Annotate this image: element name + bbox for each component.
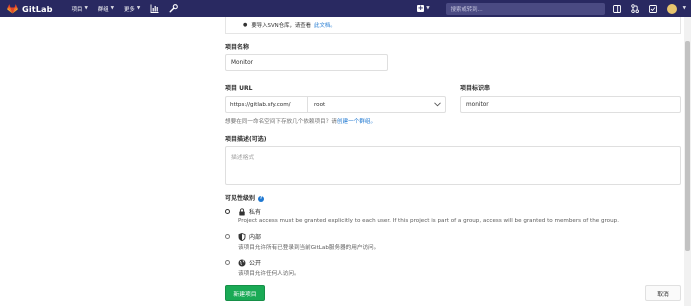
- radio-private[interactable]: [225, 209, 230, 214]
- wrench-icon[interactable]: [169, 4, 179, 13]
- visibility-option-public[interactable]: 公开 该项目允许任何人访问。: [225, 258, 300, 277]
- gitlab-logo-icon: [7, 3, 18, 13]
- visibility-label-text: 可见性级别: [225, 195, 256, 202]
- top-navbar: GitLab 项目 ▼ 群组 ▼ 更多 ▼ + ▼ 搜索或转到... ▼: [0, 0, 691, 17]
- create-project-button[interactable]: 新建项目: [225, 285, 265, 301]
- todo-check-icon[interactable]: [649, 4, 658, 13]
- search-input[interactable]: 搜索或转到...: [445, 2, 605, 15]
- left-sidebar: [0, 17, 210, 306]
- scrollbar-thumb[interactable]: [685, 41, 690, 251]
- group-help-prefix: 想要在同一命名空间下存放几个依赖项目？请: [225, 119, 337, 125]
- cancel-button[interactable]: 取消: [645, 285, 681, 301]
- create-group-link[interactable]: 创建一个群组。: [337, 119, 376, 125]
- internal-title: 内部: [249, 234, 262, 241]
- merge-request-icon[interactable]: [631, 4, 640, 13]
- new-item-button[interactable]: + ▼: [417, 4, 430, 12]
- chevron-down-icon: ▼: [84, 6, 88, 11]
- url-prefix-text: https://gitlab.sfy.com/: [230, 101, 291, 108]
- internal-description: 该项目允许所有已登录到当前GitLab服务器的用户访问。: [238, 245, 380, 251]
- plus-icon: +: [417, 4, 425, 12]
- project-slug-value: monitor: [466, 101, 489, 108]
- visibility-label: 可见性级别?: [225, 193, 265, 202]
- public-title: 公开: [249, 260, 262, 267]
- nav-projects-menu[interactable]: 项目 ▼: [72, 5, 88, 13]
- project-name-label: 项目名称: [225, 44, 250, 51]
- sidebar-toggle-icon[interactable]: [613, 4, 622, 13]
- chevron-down-icon: [434, 102, 441, 109]
- project-name-value: Monitor: [231, 59, 254, 66]
- private-description: Project access must be granted explicitl…: [238, 218, 619, 224]
- group-help-text: 想要在同一命名空间下存放几个依赖项目？请创建一个群组。: [225, 117, 376, 125]
- description-textarea[interactable]: 描述格式: [225, 146, 681, 185]
- nav-more-menu[interactable]: 更多 ▼: [124, 5, 140, 13]
- chevron-down-icon: ▼: [426, 6, 430, 11]
- nav-projects-label: 项目: [71, 6, 83, 13]
- private-title: 私有: [249, 209, 262, 216]
- bullet-icon: ●: [243, 22, 248, 28]
- chevron-down-icon: ▼: [682, 6, 686, 11]
- chevron-down-icon: ▼: [110, 6, 115, 11]
- radio-public[interactable]: [225, 260, 230, 265]
- shield-icon: [238, 233, 246, 241]
- radio-internal[interactable]: [225, 234, 230, 239]
- globe-icon: [238, 259, 246, 267]
- visibility-option-private[interactable]: 私有 Project access must be granted explic…: [225, 207, 619, 224]
- cancel-label: 取消: [657, 291, 669, 298]
- search-placeholder: 搜索或转到...: [450, 6, 483, 13]
- lock-icon: [238, 208, 246, 216]
- user-avatar[interactable]: [666, 3, 677, 14]
- import-info-box: ● 要导入SVN仓库，请查看 此文档。: [225, 17, 681, 34]
- chevron-down-icon: ▼: [136, 6, 141, 11]
- public-description: 该项目允许任何人访问。: [238, 271, 300, 277]
- project-url-label: 项目 URL: [225, 85, 253, 92]
- project-slug-label: 项目标识串: [460, 85, 491, 92]
- page-scrollbar[interactable]: [684, 17, 691, 306]
- description-label: 项目描述(可选): [225, 136, 267, 143]
- gitlab-logo[interactable]: GitLab: [7, 4, 53, 14]
- url-prefix: https://gitlab.sfy.com/: [225, 96, 307, 113]
- nav-groups-menu[interactable]: 群组 ▼: [98, 5, 114, 13]
- question-icon[interactable]: ?: [258, 196, 265, 202]
- import-info-text: 要导入SVN仓库，请查看: [251, 23, 312, 29]
- project-slug-field[interactable]: monitor: [460, 96, 681, 113]
- namespace-select[interactable]: root: [307, 96, 446, 113]
- nav-groups-label: 群组: [97, 6, 109, 13]
- create-project-label: 新建项目: [233, 291, 257, 298]
- namespace-value: root: [314, 101, 326, 108]
- import-docs-link[interactable]: 此文档。: [314, 21, 336, 29]
- nav-more-label: 更多: [124, 6, 135, 13]
- description-placeholder: 描述格式: [231, 155, 255, 161]
- activity-chart-icon[interactable]: [150, 4, 159, 13]
- project-name-field[interactable]: Monitor: [225, 54, 388, 71]
- visibility-option-internal[interactable]: 内部 该项目允许所有已登录到当前GitLab服务器的用户访问。: [225, 232, 379, 251]
- brand-name: GitLab: [22, 3, 53, 14]
